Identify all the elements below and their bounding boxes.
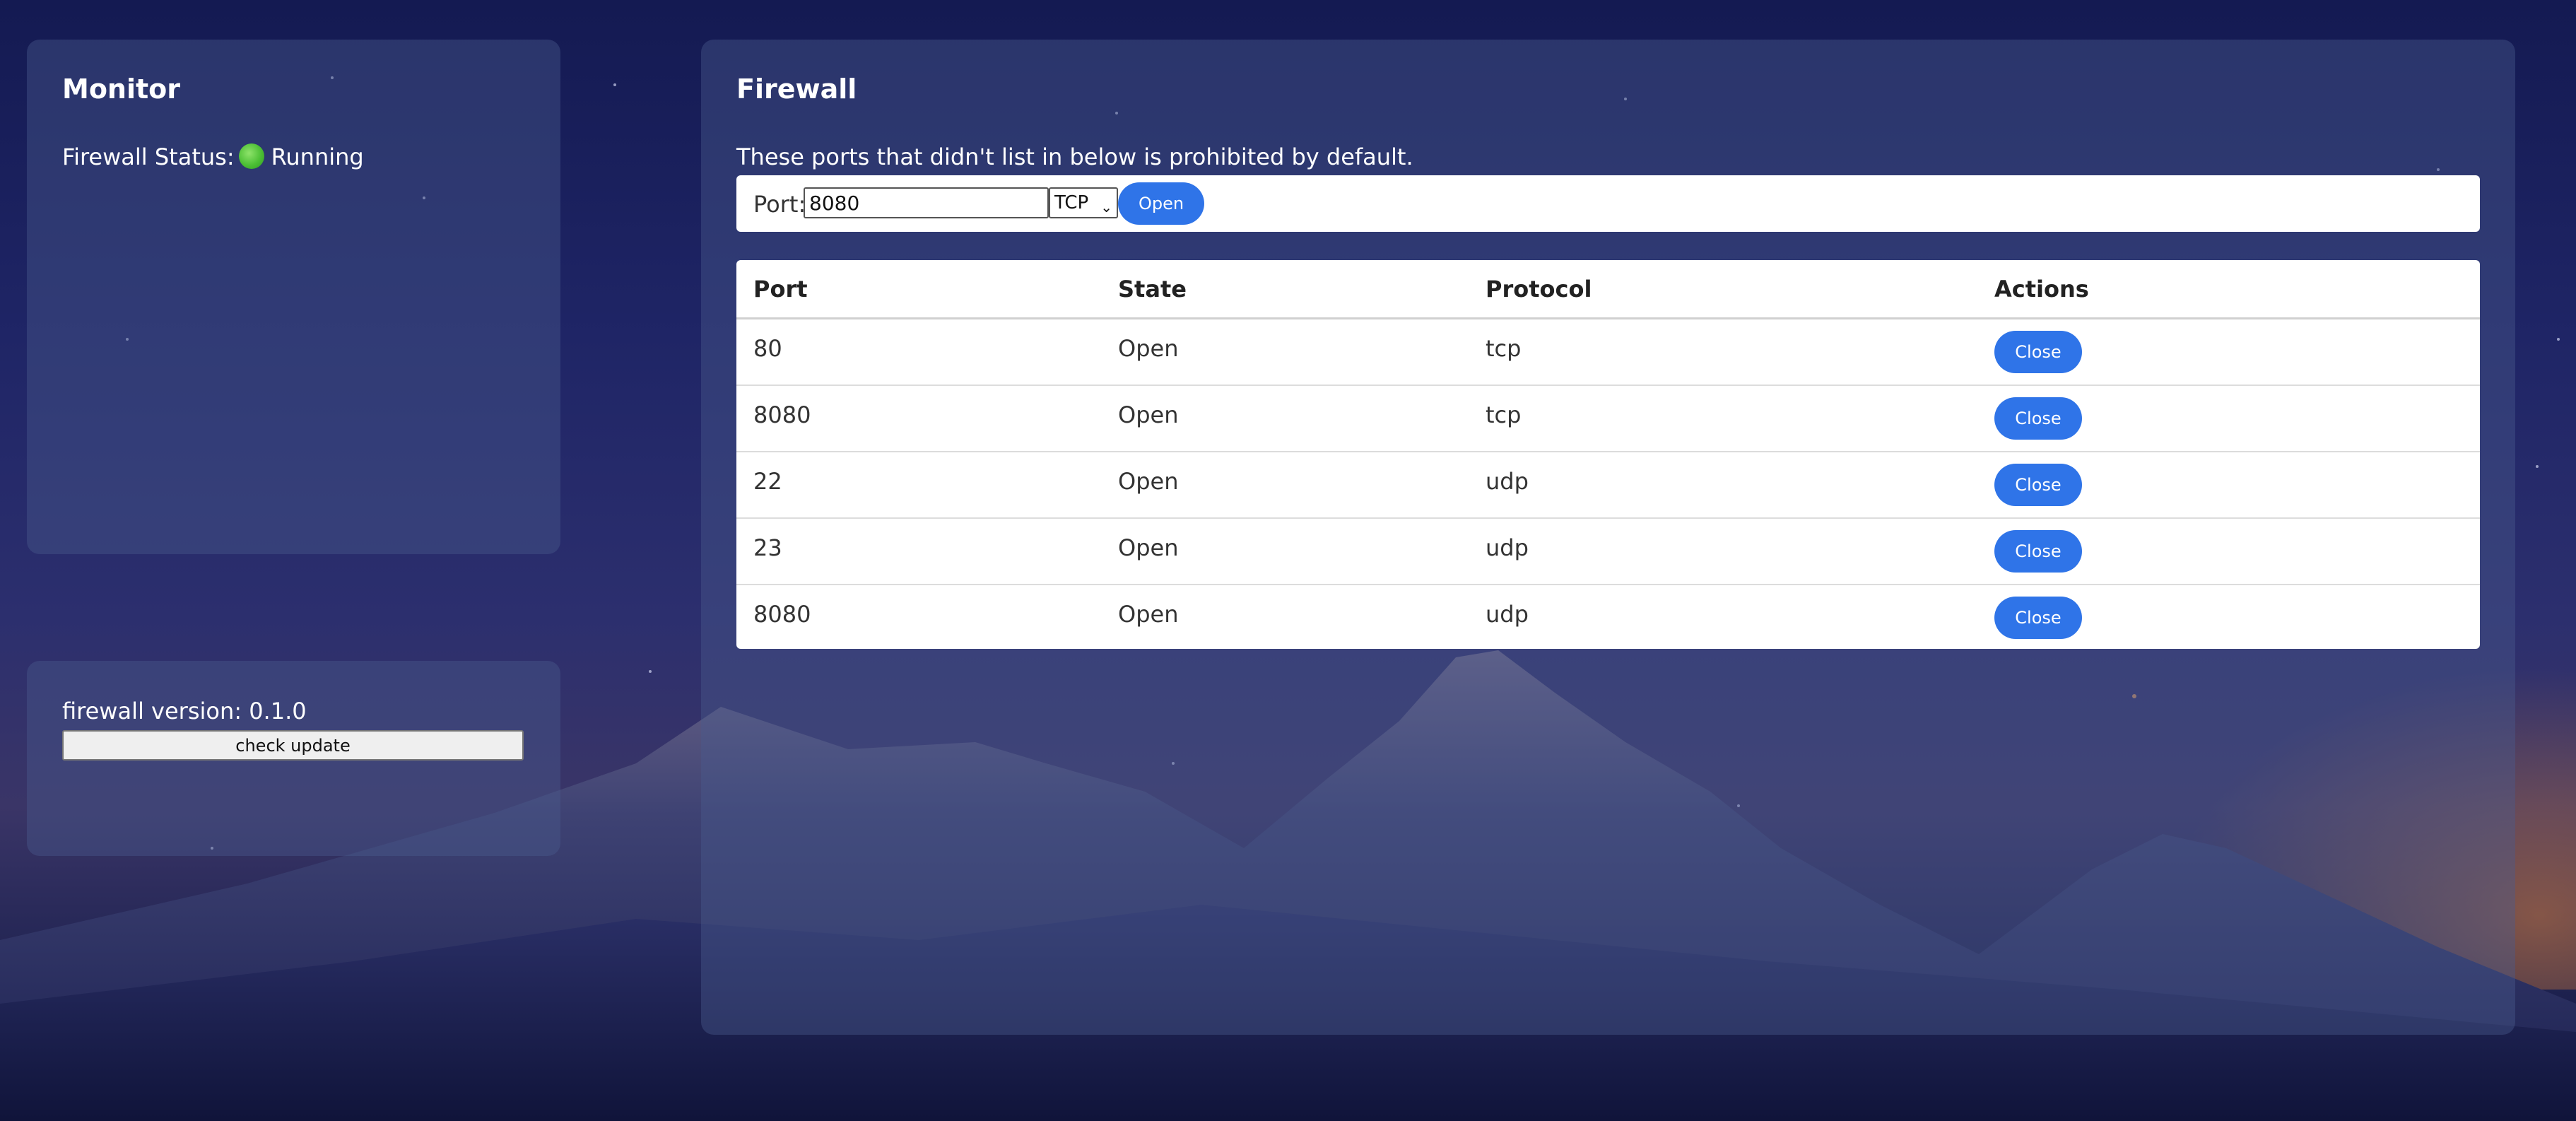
state-cell: Open [1118,601,1179,628]
table-row: 23 Open udp Close [736,519,2480,585]
port-cell: 8080 [753,601,811,628]
firewall-status-label: Firewall Status: [62,143,235,170]
close-port-button[interactable]: Close [1994,464,2082,506]
state-cell: Open [1118,468,1179,495]
protocol-cell: udp [1486,534,1529,561]
column-header-actions: Actions [1994,276,2089,303]
protocol-cell: udp [1486,468,1529,495]
column-header-protocol: Protocol [1486,276,1592,303]
port-input[interactable] [804,187,1049,218]
protocol-select[interactable]: TCP ⌄ [1049,187,1118,218]
firewall-description: These ports that didn't list in below is… [736,143,1413,170]
protocol-cell: tcp [1486,335,1522,362]
column-header-port: Port [753,276,808,303]
state-cell: Open [1118,401,1179,428]
firewall-version: firewall version: 0.1.0 [62,698,307,724]
open-port-button[interactable]: Open [1118,182,1204,225]
firewall-title: Firewall [736,74,857,105]
port-cell: 22 [753,468,782,495]
table-row: 80 Open tcp Close [736,319,2480,386]
close-port-button[interactable]: Close [1994,331,2082,373]
check-update-button[interactable]: check update [62,730,524,761]
state-cell: Open [1118,335,1179,362]
close-port-button[interactable]: Close [1994,597,2082,639]
protocol-select-value: TCP [1054,192,1089,213]
status-indicator-icon [238,143,264,169]
table-row: 22 Open udp Close [736,452,2480,519]
table-header-row: Port State Protocol Actions [736,260,2480,319]
monitor-title: Monitor [62,74,181,105]
chevron-down-icon: ⌄ [1100,199,1112,216]
ports-table: Port State Protocol Actions 80 Open tcp … [736,260,2480,649]
firewall-status: Firewall Status: Running [62,143,364,170]
state-cell: Open [1118,534,1179,561]
table-row: 8080 Open tcp Close [736,386,2480,452]
firewall-panel: Firewall These ports that didn't list in… [701,40,2515,1035]
add-port-form: Port: TCP ⌄ Open [736,175,2480,232]
firewall-status-value: Running [271,143,364,170]
close-port-button[interactable]: Close [1994,530,2082,573]
protocol-cell: tcp [1486,401,1522,428]
port-cell: 80 [753,335,782,362]
monitor-panel: Monitor Firewall Status: Running [27,40,560,554]
port-cell: 23 [753,534,782,561]
close-port-button[interactable]: Close [1994,397,2082,440]
column-header-state: State [1118,276,1187,303]
table-row: 8080 Open udp Close [736,585,2480,649]
port-label: Port: [753,191,806,218]
version-panel: firewall version: 0.1.0 check update [27,661,560,856]
port-cell: 8080 [753,401,811,428]
protocol-cell: udp [1486,601,1529,628]
